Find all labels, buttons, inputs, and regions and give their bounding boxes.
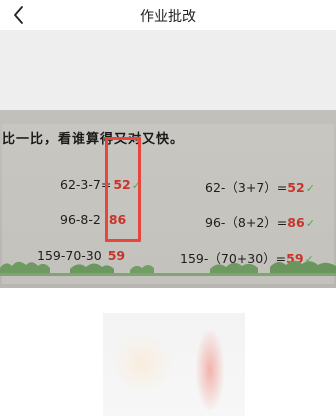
equation-expression: 96-8-2 [60,212,101,227]
equation-answer: 52 [287,180,305,195]
equation-expression: 62-（3+7）= [205,180,288,195]
equation-expression: 62-3-7= [60,177,112,192]
check-mark-icon: ✓ [305,217,315,230]
check-mark-icon: ✓ [305,182,315,195]
homework-correction-screen: 作业批改 比一比，看谁算得又对又快。 62-3-7= 52✓ 62-（3+7）=5… [0,0,336,416]
highlight-box [105,137,141,242]
shrub-decoration [0,260,336,276]
spacer-band [0,30,336,110]
homework-photo[interactable]: 比一比，看谁算得又对又快。 62-3-7= 52✓ 62-（3+7）=52✓ 96… [0,110,336,288]
equation-expression: 96-（8+2）= [205,215,288,230]
equation-row-right: 96-（8+2）=86✓ [205,212,315,231]
page-title: 作业批改 [140,9,196,25]
equation-row-right: 62-（3+7）=52✓ [205,177,315,196]
blurred-overlay [196,330,224,410]
equation-answer: 86 [287,215,305,230]
nav-bar: 作业批改 [0,0,336,30]
exercise-instruction: 比一比，看谁算得又对又快。 [2,132,185,147]
blurred-overlay [112,333,172,393]
